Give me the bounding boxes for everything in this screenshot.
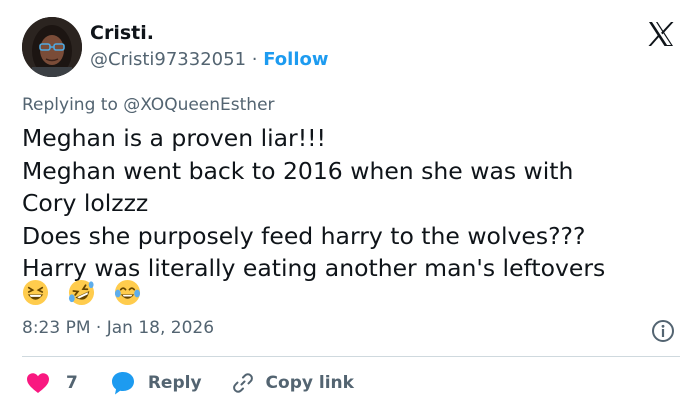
copy-link-label: Copy link [265, 373, 354, 393]
x-logo-icon[interactable] [647, 21, 675, 47]
rolling-on-floor-laughing-icon [68, 279, 95, 306]
tweet-text-line: Meghan is a proven liar!!! [22, 124, 326, 152]
action-bar: 7 Reply Copy link [22, 369, 354, 397]
like-button[interactable]: 7 [26, 372, 78, 394]
copy-link-button[interactable]: Copy link [232, 372, 354, 394]
avatar-image [22, 17, 82, 77]
reply-label: Reply [147, 373, 202, 393]
user-handle[interactable]: @Cristi97332051 [90, 49, 246, 70]
tweet-text-line: Cory lolzzz [22, 189, 149, 217]
replying-to: Replying to @XOQueenEsther [22, 95, 275, 115]
handle-row: @Cristi97332051 · Follow [90, 49, 329, 70]
info-icon[interactable] [651, 319, 675, 343]
like-count: 7 [66, 373, 78, 393]
tweet-text-line: Meghan went back to 2016 when she was wi… [22, 156, 574, 185]
heart-icon [27, 373, 49, 393]
tweet-text: Meghan is a proven liar!!! Meghan went b… [22, 122, 682, 285]
link-icon [232, 373, 253, 393]
timestamp[interactable]: 8:23 PM · Jan 18, 2026 [22, 318, 214, 338]
reply-button[interactable]: Reply [110, 370, 202, 396]
tweet-text-line: Does she purposely feed harry to the wol… [22, 221, 586, 250]
follow-button[interactable]: Follow [263, 49, 328, 70]
display-name[interactable]: Cristi. [90, 22, 154, 44]
tweet-card: Cristi. @Cristi97332051 · Follow Replyin… [0, 0, 700, 410]
divider [22, 356, 680, 357]
face-with-tears-of-joy-icon [114, 279, 141, 306]
handle-separator: · [251, 49, 258, 70]
grinning-squinting-face-icon [22, 279, 49, 306]
avatar[interactable] [22, 17, 82, 77]
replying-to-handle[interactable]: @XOQueenEsther [123, 95, 274, 115]
speech-bubble-icon [111, 372, 134, 395]
emoji-row [22, 279, 141, 307]
replying-to-label: Replying to [22, 95, 118, 115]
